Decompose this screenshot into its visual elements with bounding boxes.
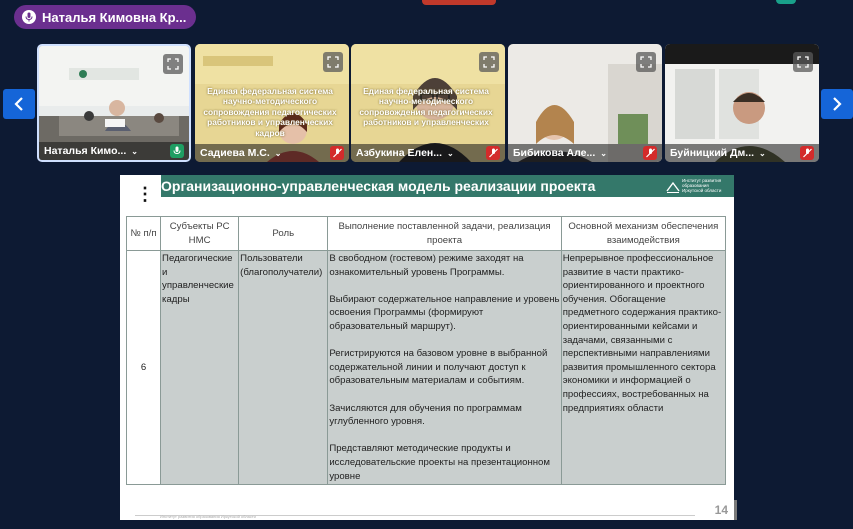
- top-red-indicator: [422, 0, 496, 5]
- expand-icon: [640, 56, 652, 68]
- chevron-down-icon[interactable]: ⌄: [275, 149, 282, 158]
- tile-banner: Единая федеральная система научно-методи…: [359, 86, 493, 128]
- row-role: Пользователи (благополучатели): [238, 249, 329, 486]
- shared-screen-slide: Организационно-управленческая модель реа…: [120, 175, 734, 520]
- slide-footer-text: Институт развития образования Иркутской …: [160, 514, 256, 519]
- expand-icon: [797, 56, 809, 68]
- slide-edge: [734, 500, 737, 520]
- participant-name: Азбукина Елен...: [356, 147, 443, 159]
- microphone-off-icon: [486, 146, 500, 160]
- slide-title: Организационно-управленческая модель реа…: [161, 178, 596, 194]
- participant-tile[interactable]: Единая федеральная система научно-методи…: [351, 44, 505, 162]
- participant-name-bar: Садиева М.С. ⌄: [195, 144, 349, 162]
- column-header: Субъекты РС НМС: [160, 216, 240, 251]
- chevron-left-icon: [14, 97, 23, 111]
- task-paragraph: Зачисляются для обучения по программам у…: [329, 402, 522, 428]
- participant-name-bar: Буйницкий Дм... ⌄: [665, 144, 819, 162]
- microphone-off-icon: [643, 146, 657, 160]
- row-tasks: В свободном (гостевом) режиме заходят на…: [327, 249, 562, 486]
- expand-tile-button[interactable]: [636, 52, 656, 72]
- participant-name: Наталья Кимо...: [44, 145, 127, 157]
- participant-tile[interactable]: Наталья Кимо... ⌄: [37, 44, 191, 162]
- microphone-off-icon: [800, 146, 814, 160]
- participant-name-bar: Бибикова Але... ⌄: [508, 144, 662, 162]
- expand-icon: [327, 56, 339, 68]
- participant-name-bar: Наталья Кимо... ⌄: [39, 142, 189, 160]
- slide-page-number: 14: [714, 503, 728, 517]
- participant-name-bar: Азбукина Елен... ⌄: [351, 144, 505, 162]
- task-paragraph: Выбирают содержательное направление и ур…: [329, 293, 560, 332]
- task-paragraph: В свободном (гостевом) режиме заходят на…: [329, 253, 524, 278]
- chevron-down-icon[interactable]: ⌄: [759, 149, 766, 158]
- expand-icon: [167, 58, 179, 70]
- tile-banner: Единая федеральная система научно-методи…: [203, 86, 337, 138]
- microphone-icon: [22, 10, 36, 24]
- participant-tile[interactable]: Буйницкий Дм... ⌄: [665, 44, 819, 162]
- previous-participants-button[interactable]: [3, 89, 35, 119]
- expand-tile-button[interactable]: [479, 52, 499, 72]
- column-header: № п/п: [125, 216, 162, 251]
- more-options-icon[interactable]: ⋮: [136, 185, 154, 203]
- slide-header: Организационно-управленческая модель реа…: [161, 175, 734, 197]
- task-paragraph: Представляют методические продукты и исс…: [329, 443, 550, 482]
- participant-tile[interactable]: Бибикова Але... ⌄: [508, 44, 662, 162]
- participant-name: Бибикова Але...: [513, 147, 596, 159]
- task-paragraph: Регистрируются на базовом уровне в выбра…: [329, 348, 548, 387]
- participant-tile[interactable]: Единая федеральная система научно-методи…: [195, 44, 349, 162]
- expand-tile-button[interactable]: [163, 54, 183, 74]
- table-row: 6 Педагогические и управленческие кадры …: [125, 249, 727, 486]
- chevron-down-icon[interactable]: ⌄: [131, 147, 138, 156]
- next-participants-button[interactable]: [821, 89, 853, 119]
- logo-text: Институт развития образования Иркутской …: [682, 178, 722, 193]
- row-number: 6: [125, 249, 162, 486]
- participant-name: Буйницкий Дм...: [670, 147, 755, 159]
- column-header: Основной механизм обеспечения взаимодейс…: [560, 216, 727, 251]
- row-mechanism: Непрерывное профессиональное развитие в …: [560, 249, 727, 486]
- row-subjects: Педагогические и управленческие кадры: [160, 249, 240, 486]
- column-header: Роль: [238, 216, 329, 251]
- microphone-on-icon: [170, 144, 184, 158]
- chevron-right-icon: [833, 97, 842, 111]
- microphone-off-icon: [330, 146, 344, 160]
- expand-tile-button[interactable]: [323, 52, 343, 72]
- column-header: Выполнение поставленной задачи, реализац…: [327, 216, 562, 251]
- active-speaker-name: Наталья Кимовна Кр...: [42, 9, 187, 25]
- institute-logo: Институт развития образования Иркутской …: [666, 178, 726, 194]
- top-teal-indicator: [776, 0, 796, 4]
- chevron-down-icon[interactable]: ⌄: [600, 149, 607, 158]
- participant-name: Садиева М.С.: [200, 147, 270, 159]
- active-speaker-pill[interactable]: Наталья Кимовна Кр...: [14, 5, 196, 29]
- expand-tile-button[interactable]: [793, 52, 813, 72]
- chevron-down-icon[interactable]: ⌄: [447, 149, 454, 158]
- model-table: № п/п Субъекты РС НМС Роль Выполнение по…: [125, 216, 727, 486]
- table-header-row: № п/п Субъекты РС НМС Роль Выполнение по…: [125, 216, 727, 251]
- expand-icon: [483, 56, 495, 68]
